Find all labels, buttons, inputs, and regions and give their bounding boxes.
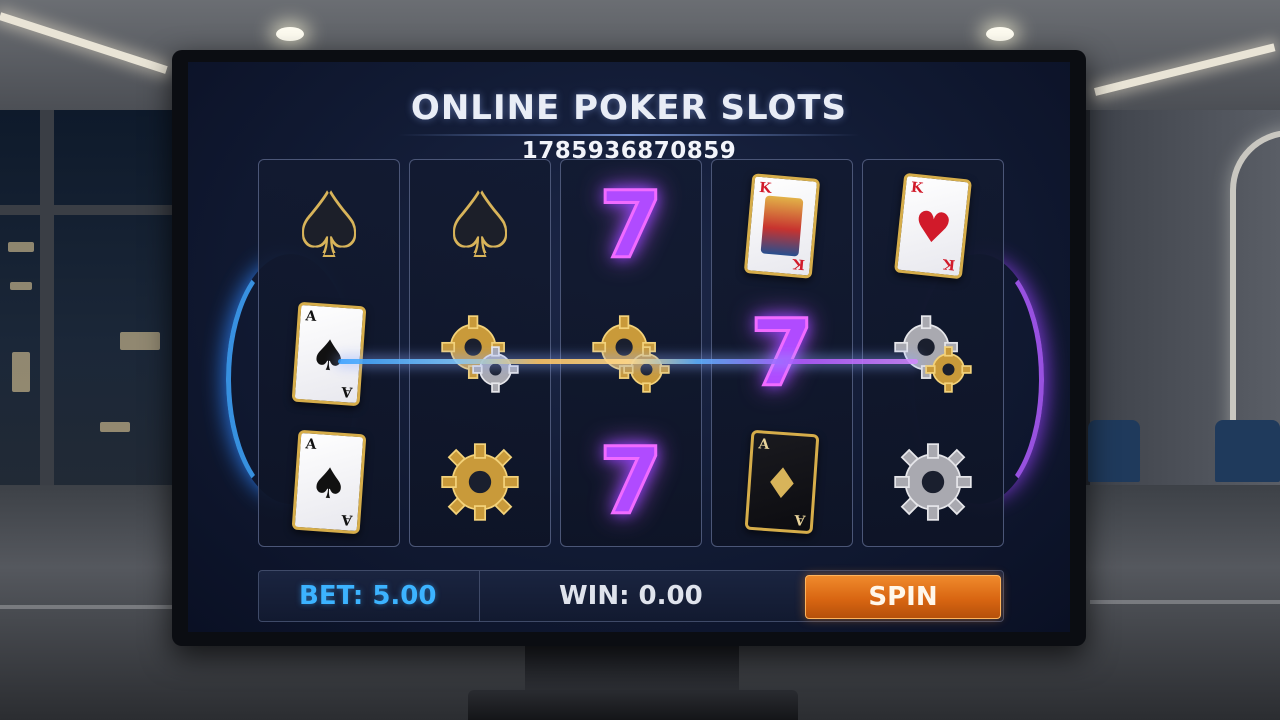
reel-cell xyxy=(561,290,701,418)
card-rank: A xyxy=(305,436,317,454)
monitor: ONLINE POKER SLOTS 1785936870859 ♠ A ♠ A… xyxy=(172,50,1086,646)
ace-of-spades-card-icon: A ♠ A xyxy=(291,429,367,535)
reel-cell: 7 xyxy=(712,290,852,418)
king-of-hearts-card-icon: K ♥ K xyxy=(893,172,973,280)
city-light xyxy=(10,282,32,290)
reel-cell: K ♥ K xyxy=(863,162,1003,290)
monitor-stand-neck xyxy=(525,646,739,694)
purple-seven-icon: 7 xyxy=(597,428,664,535)
reel-cell xyxy=(863,290,1003,418)
card-rank: K xyxy=(910,179,924,197)
reel-5: K ♥ K xyxy=(862,159,1004,547)
table-edge xyxy=(1090,600,1280,604)
table-edge xyxy=(0,605,180,609)
reel-cell: K K xyxy=(712,162,852,290)
silver-gear-icon xyxy=(890,439,976,525)
reel-cell: A ♠ A xyxy=(259,418,399,546)
window-mullion xyxy=(0,205,175,215)
gold-gears-icon xyxy=(588,311,674,397)
king-portrait xyxy=(760,195,804,257)
purple-seven-icon: 7 xyxy=(597,172,664,279)
spin-button[interactable]: SPIN xyxy=(805,575,1001,619)
reel-2: ♠ xyxy=(409,159,551,547)
winning-payline xyxy=(338,359,918,364)
reel-4: K K 7 A ♦ A xyxy=(711,159,853,547)
card-suit: ♦ xyxy=(761,457,803,510)
silver-gears-icon xyxy=(890,311,976,397)
chair xyxy=(1088,420,1140,482)
reel-3: 7 7 xyxy=(560,159,702,547)
city-light xyxy=(8,242,34,252)
game-title: ONLINE POKER SLOTS xyxy=(410,88,848,128)
gold-spade-icon: ♠ xyxy=(441,176,519,276)
ceiling-light xyxy=(276,27,304,41)
city-light xyxy=(120,332,160,350)
slot-game-screen: ONLINE POKER SLOTS 1785936870859 ♠ A ♠ A… xyxy=(188,62,1070,632)
reel-cell xyxy=(863,418,1003,546)
monitor-stand-base xyxy=(468,690,798,720)
purple-seven-icon: 7 xyxy=(748,300,815,407)
city-window xyxy=(0,110,175,500)
window-mullion xyxy=(40,110,54,500)
control-divider xyxy=(479,571,480,621)
control-bar: BET: 5.00 WIN: 0.00 SPIN xyxy=(258,570,1004,622)
reel-cell xyxy=(410,418,550,546)
king-of-hearts-card-icon: K K xyxy=(743,173,821,279)
ace-of-diamonds-card-icon: A ♦ A xyxy=(744,429,820,535)
reel-cell: A ♠ A xyxy=(259,290,399,418)
win-amount: WIN: 0.00 xyxy=(559,581,703,611)
card-rank: A xyxy=(341,382,353,400)
ceiling-light xyxy=(986,27,1014,41)
card-suit: ♠ xyxy=(308,457,350,510)
title-underline xyxy=(398,134,860,136)
gold-gear-icon xyxy=(437,439,523,525)
card-rank: A xyxy=(794,510,806,528)
reel-cell xyxy=(410,290,550,418)
reel-cell: 7 xyxy=(561,162,701,290)
card-rank: A xyxy=(305,308,317,326)
city-light xyxy=(12,352,30,392)
card-rank: K xyxy=(942,255,956,273)
reel-1: ♠ A ♠ A A ♠ A xyxy=(258,159,400,547)
reel-cell: ♠ xyxy=(410,162,550,290)
bet-amount[interactable]: BET: 5.00 xyxy=(299,581,437,611)
city-light xyxy=(100,422,130,432)
card-suit: ♠ xyxy=(308,329,350,382)
reel-cell: ♠ xyxy=(259,162,399,290)
gold-spade-icon: ♠ xyxy=(290,176,368,276)
ace-of-spades-card-icon: A ♠ A xyxy=(291,301,367,407)
gold-gears-icon xyxy=(437,311,523,397)
wall-arch xyxy=(1230,130,1280,446)
reel-cell: A ♦ A xyxy=(712,418,852,546)
card-rank: A xyxy=(758,436,770,454)
card-rank: A xyxy=(341,510,353,528)
card-rank: K xyxy=(758,179,773,197)
chair xyxy=(1215,420,1280,482)
reel-cell: 7 xyxy=(561,418,701,546)
card-suit: ♥ xyxy=(911,201,955,254)
card-rank: K xyxy=(791,255,806,273)
